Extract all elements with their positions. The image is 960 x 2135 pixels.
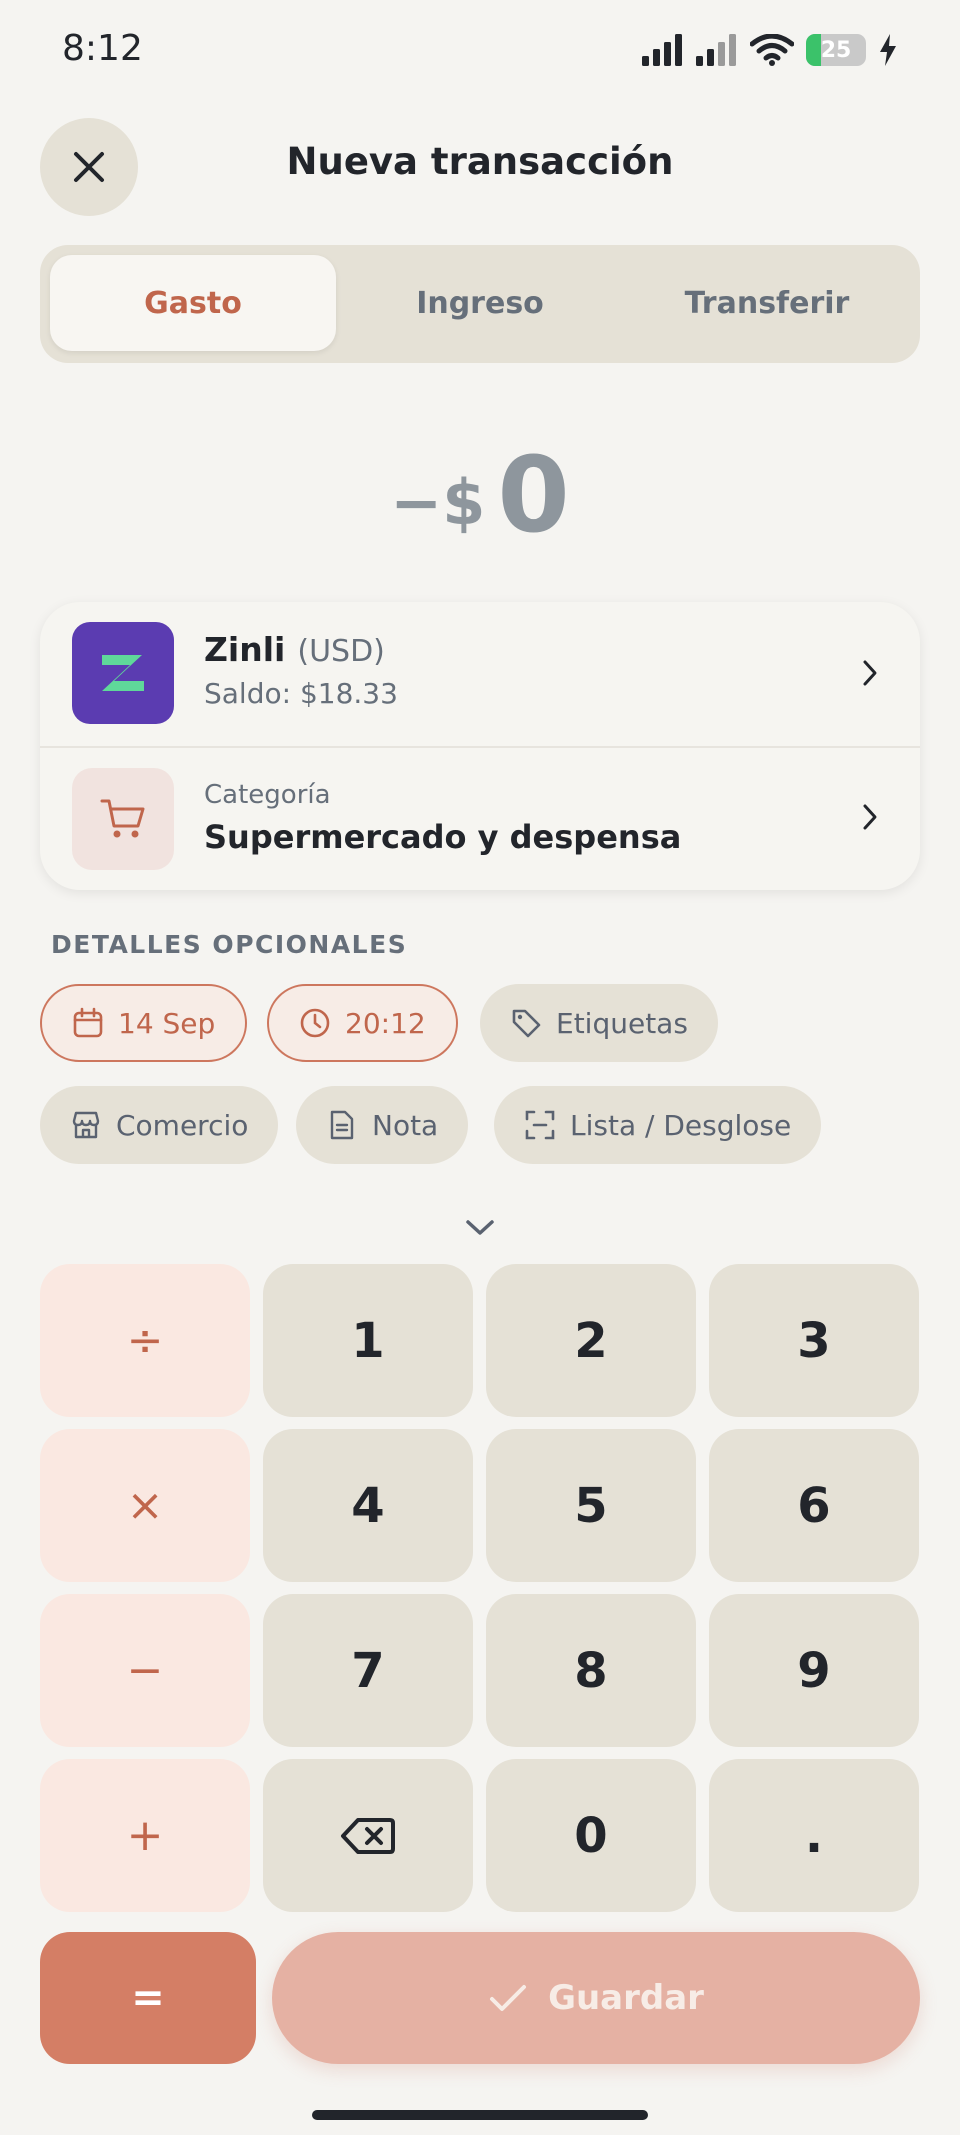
scan-icon: [525, 1110, 555, 1140]
key-subtract[interactable]: −: [40, 1594, 250, 1747]
optional-details-label: DETALLES OPCIONALES: [51, 930, 408, 959]
calendar-icon: [73, 1007, 103, 1038]
zinli-logo: [72, 622, 174, 724]
note-chip[interactable]: Nota: [296, 1086, 469, 1164]
key-4[interactable]: 4: [263, 1429, 473, 1582]
tags-chip-label: Etiquetas: [556, 1006, 688, 1040]
key-2[interactable]: 2: [486, 1264, 696, 1417]
amount-value: 0: [497, 434, 570, 556]
page-title: Nueva transacción: [286, 140, 674, 183]
key-0[interactable]: 0: [486, 1759, 696, 1912]
key-1[interactable]: 1: [263, 1264, 473, 1417]
key-7[interactable]: 7: [263, 1594, 473, 1747]
clock-icon: [300, 1008, 330, 1038]
category-icon: [72, 768, 174, 870]
amount-display: −$ 0: [0, 430, 960, 560]
zinli-z-icon: [102, 655, 144, 691]
account-name: Zinli: [204, 630, 286, 669]
tag-icon: [512, 1009, 541, 1038]
signal-icon: [642, 34, 682, 66]
account-currency: (USD): [297, 634, 385, 669]
backspace-icon: [341, 1817, 395, 1854]
collapse-toggle[interactable]: [462, 1216, 498, 1244]
chevron-right-icon: [863, 660, 877, 686]
list-breakdown-chip-label: Lista / Desglose: [570, 1108, 792, 1142]
chevron-down-icon: [466, 1220, 494, 1235]
signal-icon-2: [696, 34, 736, 66]
key-6[interactable]: 6: [709, 1429, 919, 1582]
key-add[interactable]: +: [40, 1759, 250, 1912]
time-chip[interactable]: 20:12: [267, 984, 458, 1062]
category-value: Supermercado y despensa: [204, 818, 682, 856]
key-9[interactable]: 9: [709, 1594, 919, 1747]
charging-icon: [880, 34, 896, 66]
key-3[interactable]: 3: [709, 1264, 919, 1417]
battery-level: 25: [820, 37, 852, 63]
equals-button[interactable]: =: [40, 1932, 256, 2064]
save-button[interactable]: Guardar: [272, 1932, 920, 2064]
note-chip-label: Nota: [372, 1108, 439, 1142]
key-decimal[interactable]: .: [709, 1759, 919, 1912]
note-icon: [330, 1110, 354, 1140]
chevron-right-icon: [863, 804, 877, 830]
date-chip[interactable]: 14 Sep: [40, 984, 248, 1062]
tags-chip[interactable]: Etiquetas: [480, 984, 718, 1062]
key-backspace[interactable]: [263, 1759, 473, 1912]
status-icons: 25: [642, 28, 898, 72]
date-chip-label: 14 Sep: [118, 1006, 216, 1040]
key-8[interactable]: 8: [486, 1594, 696, 1747]
merchant-chip[interactable]: Comercio: [40, 1086, 279, 1164]
home-indicator: [312, 2110, 648, 2120]
wifi-icon: [750, 34, 794, 66]
merchant-chip-label: Comercio: [116, 1108, 249, 1142]
transaction-type-tabs: Gasto Ingreso Transferir: [40, 245, 920, 363]
category-row[interactable]: Categoría Supermercado y despensa: [40, 746, 920, 890]
category-label: Categoría: [204, 780, 331, 810]
list-breakdown-chip[interactable]: Lista / Desglose: [494, 1086, 822, 1164]
amount-prefix: −$: [390, 465, 486, 539]
account-row[interactable]: Zinli (USD) Saldo: $18.33: [40, 602, 920, 746]
store-icon: [72, 1111, 100, 1139]
tab-transferir[interactable]: Transferir: [624, 255, 910, 351]
key-5[interactable]: 5: [486, 1429, 696, 1582]
tab-ingreso[interactable]: Ingreso: [337, 255, 623, 351]
save-button-label: Guardar: [548, 1978, 704, 2018]
key-multiply[interactable]: ×: [40, 1429, 250, 1582]
tab-gasto[interactable]: Gasto: [50, 255, 336, 351]
time-chip-label: 20:12: [345, 1006, 426, 1040]
account-category-card: Zinli (USD) Saldo: $18.33 Categoría Super…: [40, 602, 920, 890]
cart-icon: [100, 799, 145, 838]
status-time: 8:12: [62, 28, 143, 69]
key-divide[interactable]: ÷: [40, 1264, 250, 1417]
account-balance: Saldo: $18.33: [204, 677, 398, 710]
check-icon: [490, 1985, 527, 2011]
battery-icon: 25: [806, 34, 866, 66]
